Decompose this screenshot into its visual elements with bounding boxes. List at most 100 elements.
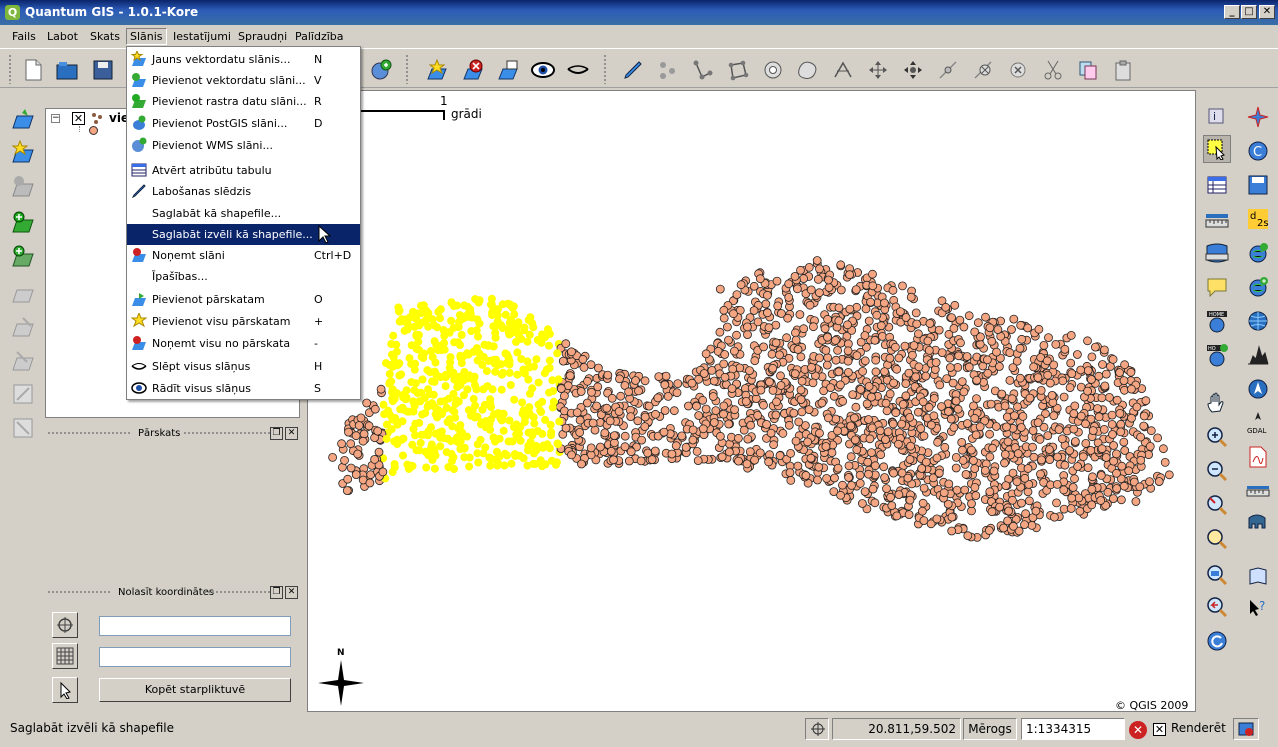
add-raster-layer-icon[interactable] bbox=[10, 209, 36, 235]
close-panel-icon[interactable]: ✕ bbox=[285, 427, 298, 440]
capture-polygon-icon[interactable] bbox=[725, 57, 751, 83]
menu-item-add-vector-layer[interactable]: Pievienot vektordatu slāni... V bbox=[127, 70, 360, 91]
capture-coordinate-button[interactable] bbox=[52, 612, 78, 638]
d2s-plugin-icon[interactable]: d 2s bbox=[1244, 205, 1272, 233]
gdal-tools-icon[interactable]: GDAL bbox=[1244, 409, 1272, 437]
render-checkbox[interactable]: ✕ bbox=[1153, 723, 1166, 736]
new-bookmark-icon[interactable]: HO bbox=[1203, 341, 1231, 369]
menu-plugins[interactable]: Spraudņi bbox=[234, 28, 291, 45]
menu-item-properties[interactable]: Īpašības... bbox=[127, 266, 360, 287]
add-all-to-overview-icon[interactable] bbox=[495, 57, 521, 83]
add-wms-icon[interactable] bbox=[368, 57, 394, 83]
add-ring-icon[interactable] bbox=[760, 57, 786, 83]
globe-edit-icon[interactable] bbox=[1244, 273, 1272, 301]
toggle-extents-icon[interactable] bbox=[805, 718, 829, 740]
copy-to-clipboard-button[interactable]: Kopēt starpliktuvē bbox=[99, 678, 291, 702]
zoom-to-selection-icon[interactable] bbox=[1203, 491, 1231, 519]
open-project-icon[interactable] bbox=[54, 57, 80, 83]
map-tips-icon[interactable] bbox=[1203, 273, 1231, 301]
navigation-icon[interactable] bbox=[1244, 375, 1272, 403]
menu-item-open-attribute-table[interactable]: Atvērt atribūtu tabulu bbox=[127, 160, 360, 181]
coordinate-field-2[interactable] bbox=[99, 647, 291, 667]
move-feature-icon[interactable] bbox=[865, 57, 891, 83]
coordinate-field-1[interactable] bbox=[99, 616, 291, 636]
menu-item-add-wms-layer[interactable]: Pievienot WMS slāni... bbox=[127, 135, 360, 156]
layer-tool-disabled-icon[interactable] bbox=[10, 415, 36, 441]
menu-item-toggle-editing[interactable]: Labošanas slēdzis bbox=[127, 181, 360, 202]
ruler-plugin-icon[interactable] bbox=[1244, 479, 1272, 507]
pan-hand-icon[interactable] bbox=[1203, 389, 1231, 417]
paste-features-icon[interactable] bbox=[1110, 57, 1136, 83]
toolbar-grip[interactable] bbox=[405, 54, 409, 84]
projection-icon[interactable] bbox=[1233, 718, 1259, 740]
copyright-plugin-icon[interactable]: C bbox=[1244, 137, 1272, 165]
menu-edit[interactable]: Labot bbox=[43, 28, 82, 45]
minimize-button[interactable]: _ bbox=[1224, 5, 1240, 19]
copy-features-icon[interactable] bbox=[1075, 57, 1101, 83]
histogram-icon[interactable] bbox=[1244, 341, 1272, 369]
measure-line-icon[interactable] bbox=[1203, 207, 1231, 235]
menu-settings[interactable]: Iestatījumi bbox=[169, 28, 235, 45]
maximize-button[interactable]: □ bbox=[1241, 5, 1257, 19]
menu-file[interactable]: Fails bbox=[8, 28, 40, 45]
map-canvas[interactable]: 1 grādi N © QGIS 2009 bbox=[307, 90, 1196, 712]
remove-layer-disabled-icon[interactable] bbox=[10, 173, 36, 199]
menu-item-new-vector-layer[interactable]: Jauns vektordatu slānis... N bbox=[127, 49, 360, 70]
help-book-icon[interactable] bbox=[1244, 563, 1272, 591]
hide-all-layers-icon[interactable] bbox=[565, 57, 591, 83]
menu-item-remove-all-from-overview[interactable]: Noņemt visu no pārskata - bbox=[127, 333, 360, 354]
add-vertex-icon[interactable] bbox=[935, 57, 961, 83]
whats-this-icon[interactable]: ? bbox=[1244, 595, 1272, 623]
wms-globe-icon[interactable] bbox=[1244, 307, 1272, 335]
north-arrow-plugin-icon[interactable] bbox=[1244, 103, 1272, 131]
zoom-last-icon[interactable] bbox=[1203, 593, 1231, 621]
float-panel-icon[interactable]: ❐ bbox=[270, 427, 283, 440]
identify-icon[interactable]: i bbox=[1203, 103, 1231, 131]
menu-item-add-postgis-layer[interactable]: Pievienot PostGIS slāni... D bbox=[127, 113, 360, 134]
postgis-elephant-icon[interactable] bbox=[1244, 509, 1272, 537]
float-panel-icon[interactable]: ❐ bbox=[270, 586, 283, 599]
menu-item-show-all-layers[interactable]: Rādīt visus slāņus S bbox=[127, 378, 360, 399]
add-wms-disabled-icon[interactable] bbox=[10, 279, 36, 305]
add-postgis-layer-icon[interactable] bbox=[10, 243, 36, 269]
measure-area-icon[interactable] bbox=[1203, 239, 1231, 267]
layer-tool-disabled-icon[interactable] bbox=[10, 347, 36, 373]
new-project-icon[interactable] bbox=[20, 57, 46, 83]
save-vector-plugin-icon[interactable] bbox=[1244, 171, 1272, 199]
menu-item-add-raster-layer[interactable]: Pievienot rastra datu slāni... R bbox=[127, 91, 360, 112]
menu-item-add-all-to-overview[interactable]: Pievienot visu pārskatam + bbox=[127, 311, 360, 332]
remove-layer-icon[interactable] bbox=[460, 57, 486, 83]
move-vertex-icon[interactable] bbox=[900, 57, 926, 83]
split-features-icon[interactable] bbox=[830, 57, 856, 83]
open-table-icon[interactable] bbox=[1203, 171, 1231, 199]
add-vector-layer-icon[interactable] bbox=[10, 105, 36, 131]
pdf-export-icon[interactable] bbox=[1244, 443, 1272, 471]
zoom-full-icon[interactable] bbox=[1203, 525, 1231, 553]
toggle-editing-star-icon[interactable] bbox=[424, 57, 450, 83]
delete-selected-icon[interactable] bbox=[1005, 57, 1031, 83]
menu-item-hide-all-layers[interactable]: Slēpt visus slāņus H bbox=[127, 356, 360, 377]
pointer-coordinate-button[interactable] bbox=[52, 677, 78, 703]
refresh-icon[interactable] bbox=[1203, 627, 1231, 655]
capture-line-icon[interactable] bbox=[690, 57, 716, 83]
toolbar-grip[interactable] bbox=[603, 54, 607, 84]
add-island-icon[interactable] bbox=[795, 57, 821, 83]
toolbar-grip[interactable] bbox=[8, 54, 12, 84]
zoom-in-icon[interactable] bbox=[1203, 423, 1231, 451]
show-all-layers-icon[interactable] bbox=[530, 57, 556, 83]
close-panel-icon[interactable]: ✕ bbox=[285, 586, 298, 599]
menu-layer[interactable]: Slānis bbox=[126, 28, 167, 45]
menu-item-add-to-overview[interactable]: Pievienot pārskatam O bbox=[127, 289, 360, 310]
grid-coordinate-button[interactable] bbox=[52, 643, 78, 669]
capture-point-icon[interactable] bbox=[655, 57, 681, 83]
stop-render-icon[interactable]: ✕ bbox=[1129, 721, 1147, 739]
collapse-icon[interactable]: − bbox=[51, 114, 60, 123]
close-button[interactable]: ✕ bbox=[1259, 5, 1275, 19]
menu-item-save-as-shapefile[interactable]: Saglabāt kā shapefile... bbox=[127, 203, 360, 224]
save-project-icon[interactable] bbox=[90, 57, 116, 83]
scale-input[interactable]: 1:1334315 bbox=[1021, 718, 1125, 740]
globe-add-icon[interactable] bbox=[1244, 239, 1272, 267]
delete-vertex-icon[interactable] bbox=[970, 57, 996, 83]
cut-features-icon[interactable] bbox=[1040, 57, 1066, 83]
select-features-icon[interactable] bbox=[1203, 135, 1231, 163]
